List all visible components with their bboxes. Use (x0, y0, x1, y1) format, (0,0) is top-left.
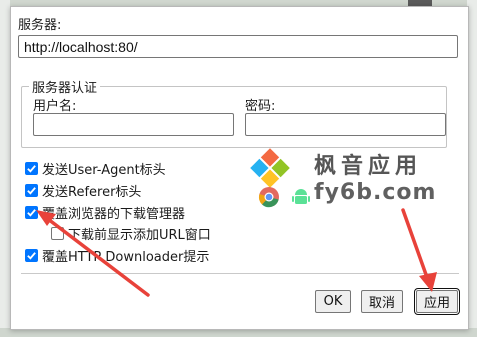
watermark-title: 枫音应用 (314, 154, 423, 179)
checkbox-checked-icon[interactable] (25, 162, 38, 175)
send-referer-label: 发送Referer标头 (42, 185, 142, 200)
send-user-agent-option[interactable]: 发送User-Agent标头 (25, 159, 166, 178)
password-input[interactable] (245, 113, 446, 136)
background-left-edge (0, 0, 10, 337)
override-prompt-option[interactable]: 覆盖HTTP Downloader提示 (25, 246, 209, 265)
override-prompt-label: 覆盖HTTP Downloader提示 (42, 250, 210, 265)
send-referer-option[interactable]: 发送Referer标头 (25, 181, 141, 200)
password-label: 密码: (245, 99, 276, 114)
divider (21, 273, 459, 274)
server-label: 服务器: (18, 18, 62, 33)
send-user-agent-label: 发送User-Agent标头 (42, 163, 166, 178)
android-logo-icon (292, 189, 310, 204)
checkbox-checked-icon[interactable] (25, 249, 38, 262)
show-add-url-window-label: 下载前显示添加URL窗口 (68, 228, 211, 243)
override-download-manager-label: 覆盖浏览器的下载管理器 (42, 207, 186, 222)
show-add-url-window-option[interactable]: 下载前显示添加URL窗口 (51, 224, 211, 243)
checkbox-checked-icon[interactable] (25, 184, 38, 197)
windows-logo-icon (250, 148, 290, 188)
override-download-manager-option[interactable]: 覆盖浏览器的下载管理器 (25, 203, 185, 222)
cancel-button[interactable]: 取消 (361, 290, 403, 313)
server-auth-legend: 服务器认证 (32, 81, 98, 96)
ok-button[interactable]: OK (315, 290, 351, 313)
checkbox-checked-icon[interactable] (25, 206, 38, 219)
apply-button[interactable]: 应用 (414, 288, 460, 315)
username-input[interactable] (33, 113, 234, 136)
username-label: 用户名: (33, 99, 77, 114)
watermark-site: fy6b.com (314, 180, 437, 205)
checkbox-unchecked-icon[interactable] (51, 227, 64, 240)
server-url-input[interactable] (18, 35, 458, 58)
chrome-logo-icon (258, 187, 279, 208)
